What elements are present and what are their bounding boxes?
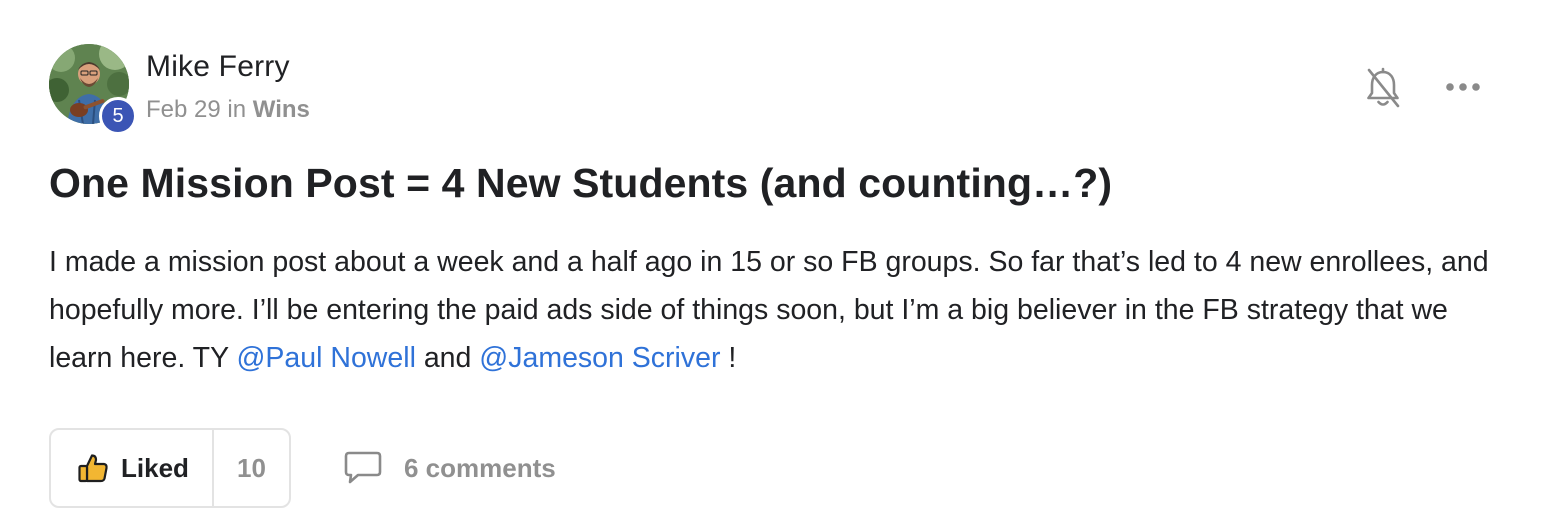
thumbs-up-icon (78, 454, 108, 483)
like-group: Liked 10 (49, 428, 291, 508)
more-horizontal-icon (1446, 83, 1480, 91)
notification-toggle-button[interactable] (1362, 64, 1404, 112)
bell-off-icon (1367, 67, 1400, 108)
post-body: I made a mission post about a week and a… (49, 238, 1509, 382)
like-label: Liked (121, 452, 189, 483)
mention-link-jameson-scriver[interactable]: @Jameson Scriver (479, 342, 720, 374)
more-options-button[interactable] (1440, 72, 1486, 102)
comments-button[interactable]: 6 comments (344, 448, 556, 488)
mention-link-paul-nowell[interactable]: @Paul Nowell (236, 342, 415, 374)
like-button[interactable]: Liked (51, 430, 214, 506)
post-body-text-after: ! (720, 342, 737, 374)
post-date[interactable]: Feb 29 (146, 96, 221, 123)
author-avatar-wrap[interactable]: 5 (49, 44, 137, 135)
author-name[interactable]: Mike Ferry (146, 50, 290, 84)
like-count[interactable]: 10 (214, 430, 289, 506)
post-meta-in: in (227, 96, 247, 123)
comment-icon (344, 451, 382, 484)
post-card: 5 Mike Ferry Feb 29 in Wins One Mission … (0, 0, 1542, 528)
comments-label: 6 comments (404, 452, 556, 483)
level-badge: 5 (99, 97, 137, 135)
post-category[interactable]: Wins (253, 96, 310, 123)
post-meta: Feb 29 in Wins (146, 96, 310, 124)
post-body-text-between: and (415, 342, 480, 374)
post-title[interactable]: One Mission Post = 4 New Students (and c… (49, 160, 1112, 207)
